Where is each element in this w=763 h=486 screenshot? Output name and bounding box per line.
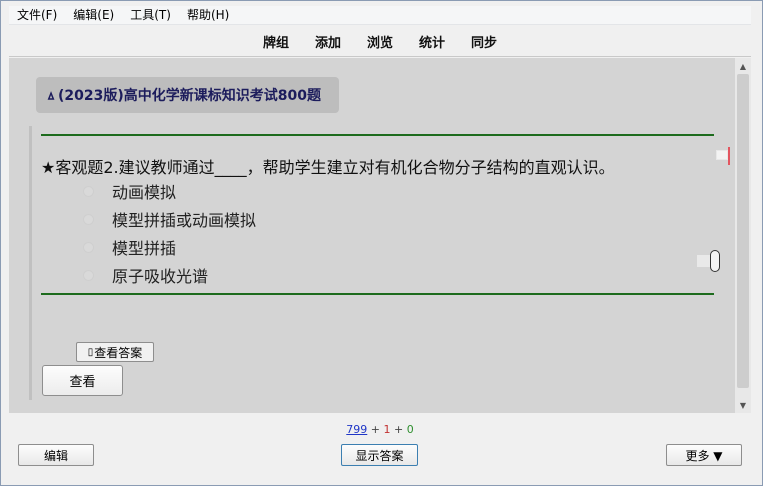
menu-file[interactable]: 文件(F) xyxy=(9,6,65,25)
menu-bar: 文件(F) 编辑(E) 工具(T) 帮助(H) xyxy=(9,6,751,25)
slider-handle[interactable] xyxy=(710,250,720,272)
vertical-scrollbar[interactable]: ▲ ▼ xyxy=(735,58,751,413)
option-4[interactable]: 原子吸收光谱 xyxy=(83,264,208,286)
scroll-down-icon[interactable]: ▼ xyxy=(735,397,751,413)
option-3[interactable]: 模型拼插 xyxy=(83,236,176,258)
learn-count: 1 xyxy=(383,423,391,436)
radio-icon[interactable] xyxy=(83,213,94,225)
deck-title: (2023版)高中化学新课标知识考试800题 xyxy=(57,88,321,104)
toolbar-browse[interactable]: 浏览 xyxy=(354,32,406,51)
bottom-rule xyxy=(41,293,714,295)
show-answer-button[interactable]: 显示答案 xyxy=(341,444,418,466)
card-left-border xyxy=(29,126,32,400)
slider-track xyxy=(697,255,710,267)
more-button[interactable]: 更多 ▼ xyxy=(666,444,742,466)
question-text: ★客观题2.建议教师通过____，帮助学生建立对有机化合物分子结构的直观认识。 xyxy=(41,158,615,177)
toolbar-add[interactable]: 添加 xyxy=(302,32,354,51)
new-count[interactable]: 799 xyxy=(346,423,367,436)
checkbox-icon: ▯ xyxy=(87,346,94,358)
plus-sign: + xyxy=(394,423,404,436)
menu-tools[interactable]: 工具(T) xyxy=(122,6,179,25)
radio-icon[interactable] xyxy=(83,269,94,281)
menu-help[interactable]: 帮助(H) xyxy=(179,6,237,25)
option-2[interactable]: 模型拼插或动画模拟 xyxy=(83,208,256,230)
radio-icon[interactable] xyxy=(83,185,94,197)
app-window: 文件(F) 编辑(E) 工具(T) 帮助(H) 牌组 添加 浏览 统计 同步 ㅿ… xyxy=(0,0,763,486)
scroll-thumb[interactable] xyxy=(737,74,749,388)
bottom-bar: 799 + 1 + 0 编辑 显示答案 更多 ▼ xyxy=(9,413,751,475)
option-1[interactable]: 动画模拟 xyxy=(83,180,176,202)
show-answer-inline-button[interactable]: ▯ 查看答案 xyxy=(76,342,154,362)
card-counts: 799 + 1 + 0 xyxy=(9,423,751,436)
edit-button[interactable]: 编辑 xyxy=(18,444,94,466)
toolbar-stats[interactable]: 统计 xyxy=(406,32,458,51)
main-toolbar: 牌组 添加 浏览 统计 同步 xyxy=(9,26,751,57)
top-rule xyxy=(41,134,714,136)
flag-icon[interactable] xyxy=(716,147,730,165)
deck-icon: ㅿ xyxy=(45,89,57,105)
toolbar-sync[interactable]: 同步 xyxy=(458,32,510,51)
option-label: 模型拼插 xyxy=(112,239,177,258)
option-label: 原子吸收光谱 xyxy=(112,267,209,286)
due-count: 0 xyxy=(406,423,414,436)
option-label: 模型拼插或动画模拟 xyxy=(112,211,257,230)
option-label: 动画模拟 xyxy=(112,183,177,202)
scroll-up-icon[interactable]: ▲ xyxy=(735,58,751,74)
show-answer-inline-label: 查看答案 xyxy=(94,345,143,360)
view-button[interactable]: 查看 xyxy=(42,365,123,396)
menu-edit[interactable]: 编辑(E) xyxy=(65,6,122,25)
plus-sign: + xyxy=(370,423,380,436)
card-view: ㅿ (2023版)高中化学新课标知识考试800题 ★客观题2.建议教师通过___… xyxy=(9,58,751,413)
deck-title-badge: ㅿ (2023版)高中化学新课标知识考试800题 xyxy=(36,77,339,113)
radio-icon[interactable] xyxy=(83,241,94,253)
toolbar-decks[interactable]: 牌组 xyxy=(250,32,302,51)
